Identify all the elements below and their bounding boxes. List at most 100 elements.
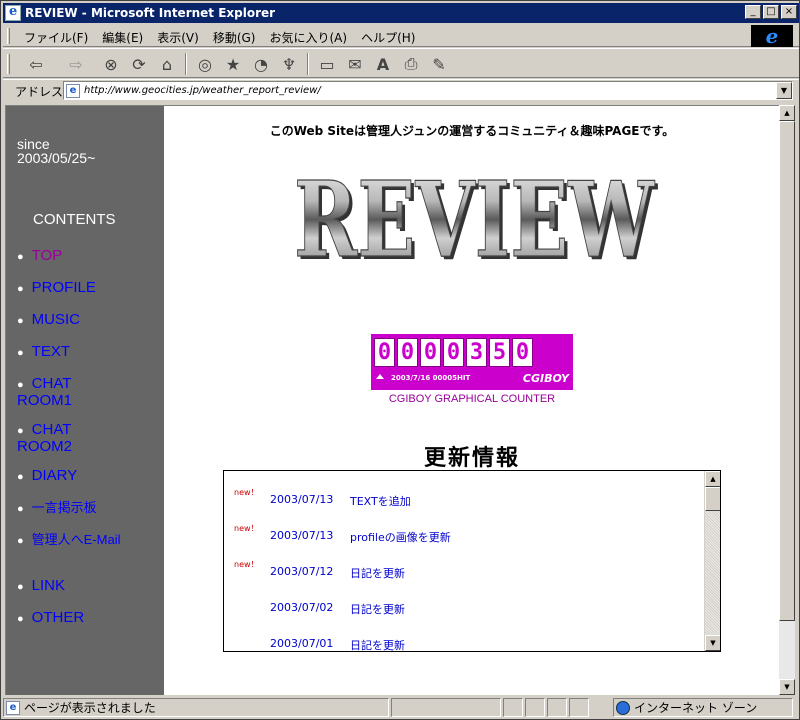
status-cell — [391, 698, 501, 717]
news-text: 日記を更新 — [350, 567, 405, 580]
contents-heading: CONTENTS — [33, 211, 116, 228]
ie-logo: e — [751, 24, 793, 48]
refresh-icon[interactable]: ⟳ — [127, 53, 151, 75]
nav-profile[interactable]: ● PROFILE — [17, 280, 96, 297]
fullscreen-icon[interactable]: ▭ — [315, 53, 339, 75]
status-cell — [503, 698, 523, 717]
menu-file[interactable]: ファイル(F) — [17, 29, 95, 46]
page-scrollbar[interactable]: ▲ ▼ — [779, 105, 795, 695]
page-icon: e — [6, 700, 20, 715]
font-icon[interactable]: A — [371, 53, 395, 75]
nav-top[interactable]: ● TOP — [17, 248, 62, 265]
bullet-icon: ● — [17, 315, 24, 327]
news-text: profileの画像を更新 — [350, 531, 451, 544]
counter-digit: 0 — [374, 338, 395, 367]
status-bar: e ページが表示されました インターネット ゾーン — [3, 698, 799, 718]
edit-icon[interactable]: ✎ — [427, 53, 451, 75]
scroll-up-icon[interactable]: ▲ — [779, 105, 795, 121]
menu-go[interactable]: 移動(G) — [206, 29, 263, 46]
counter-caption[interactable]: CGIBOY GRAPHICAL COUNTER — [164, 393, 779, 405]
access-counter: 0 0 0 0 3 5 0 2003/7/16 00005HIT CGIBOY — [371, 334, 573, 390]
toolbar-separator — [307, 53, 309, 75]
channels-icon[interactable]: ♆ — [277, 53, 301, 75]
news-date: 2003/07/12 — [270, 565, 334, 578]
scrollbar-thumb[interactable] — [779, 121, 795, 621]
counter-brand[interactable]: CGIBOY — [523, 372, 569, 385]
nav-bbs[interactable]: ● 一言掲示板 — [17, 500, 97, 517]
nav-link[interactable]: ● LINK — [17, 578, 65, 595]
page-content: since 2003/05/25~ CONTENTS ● TOP ● PROFILE… — [5, 105, 779, 695]
menubar-grip[interactable] — [7, 28, 10, 44]
news-heading: 更新情報 — [423, 445, 520, 471]
menu-view[interactable]: 表示(V) — [150, 29, 206, 46]
address-input[interactable]: e http://www.geocities.jp/weather_report… — [63, 81, 793, 100]
new-badge: new！ — [234, 488, 259, 497]
zone-text: インターネット ゾーン — [634, 701, 758, 715]
status-text: ページが表示されました — [24, 701, 156, 715]
history-icon[interactable]: ◔ — [249, 53, 273, 75]
menu-favorites[interactable]: お気に入り(A) — [262, 29, 354, 46]
nav-music[interactable]: ● MUSIC — [17, 312, 80, 329]
close-button[interactable]: × — [781, 5, 797, 19]
page-icon: e — [66, 83, 80, 98]
toolbar-separator — [185, 53, 187, 75]
toolbar-grip[interactable] — [7, 54, 10, 74]
bullet-icon: ● — [17, 283, 24, 295]
status-text-cell: e ページが表示されました — [3, 698, 389, 717]
counter-digit: 0 — [397, 338, 418, 367]
news-text: 日記を更新 — [350, 639, 405, 652]
counter-digit: 0 — [512, 338, 533, 367]
nav-email[interactable]: ● 管理人へE-Mail — [17, 532, 121, 549]
counter-meta: 2003/7/16 00005HIT — [391, 374, 471, 382]
news-date: 2003/07/13 — [270, 529, 334, 542]
nav-diary[interactable]: ● DIARY — [17, 468, 77, 485]
bullet-icon: ● — [17, 535, 24, 547]
print-icon[interactable]: ⎙ — [399, 53, 423, 75]
bullet-icon: ● — [17, 347, 24, 359]
address-dropdown-button[interactable]: ▼ — [776, 82, 792, 99]
search-icon[interactable]: ◎ — [193, 53, 217, 75]
news-item: new！ 2003/07/12 日記を更新 — [224, 559, 704, 580]
review-logo: REVIEW REVIEW — [293, 158, 658, 268]
ie-app-icon[interactable] — [5, 4, 21, 21]
scroll-down-icon[interactable]: ▼ — [705, 635, 720, 651]
zone-cell: インターネット ゾーン — [613, 698, 793, 717]
maximize-button[interactable]: □ — [763, 5, 779, 19]
scroll-down-icon[interactable]: ▼ — [779, 679, 795, 695]
home-icon[interactable]: ⌂ — [155, 53, 179, 75]
nav-chat-room2[interactable]: ● CHAT ROOM2 — [17, 422, 72, 454]
minimize-button[interactable]: _ — [745, 5, 761, 19]
address-bar: アドレス e http://www.geocities.jp/weather_r… — [3, 79, 799, 101]
scroll-up-icon[interactable]: ▲ — [705, 471, 720, 487]
menu-edit[interactable]: 編集(E) — [95, 29, 150, 46]
scrollbar-thumb[interactable] — [705, 487, 720, 511]
favorites-icon[interactable]: ★ — [221, 53, 245, 75]
nav-other[interactable]: ● OTHER — [17, 610, 84, 627]
bullet-icon: ● — [17, 251, 24, 263]
address-url[interactable]: http://www.geocities.jp/weather_report_r… — [84, 85, 321, 96]
main-area: このWeb Siteは管理人ジュンの運営するコミュニティ＆趣味PAGEです。 R… — [164, 106, 779, 695]
sidebar: since 2003/05/25~ CONTENTS ● TOP ● PROFILE… — [6, 106, 164, 695]
menu-help[interactable]: ヘルプ(H) — [354, 29, 422, 46]
back-arrow-icon[interactable]: ⇦ — [21, 53, 51, 75]
news-date: 2003/07/13 — [270, 493, 334, 506]
nav-text[interactable]: ● TEXT — [17, 344, 70, 361]
bullet-icon: ● — [17, 581, 24, 593]
news-date: 2003/07/01 — [270, 637, 334, 650]
news-text: TEXTを追加 — [350, 495, 411, 508]
news-item: 2003/07/01 日記を更新 — [224, 631, 704, 651]
forward-arrow-icon[interactable]: ⇨ — [61, 53, 91, 75]
mail-icon[interactable]: ✉ — [343, 53, 367, 75]
counter-digit: 5 — [489, 338, 510, 367]
counter-triangle-icon — [376, 374, 384, 379]
stop-icon[interactable]: ⊗ — [99, 53, 123, 75]
since-date: 2003/05/25~ — [17, 150, 96, 166]
bullet-icon: ● — [17, 379, 24, 391]
news-item: new！ 2003/07/13 TEXTを追加 — [224, 487, 704, 508]
nav-chat-room1[interactable]: ● CHAT ROOM1 — [17, 376, 72, 408]
toolbar: ⇦ ⇨ ⊗ ⟳ ⌂ ◎ ★ ◔ ♆ ▭ ✉ A ⎙ ✎ — [3, 48, 799, 78]
counter-digit: 0 — [420, 338, 441, 367]
news-scrollbar[interactable]: ▲ ▼ — [704, 471, 720, 651]
new-badge: new！ — [234, 560, 259, 569]
news-item: new！ 2003/07/13 profileの画像を更新 — [224, 523, 704, 544]
